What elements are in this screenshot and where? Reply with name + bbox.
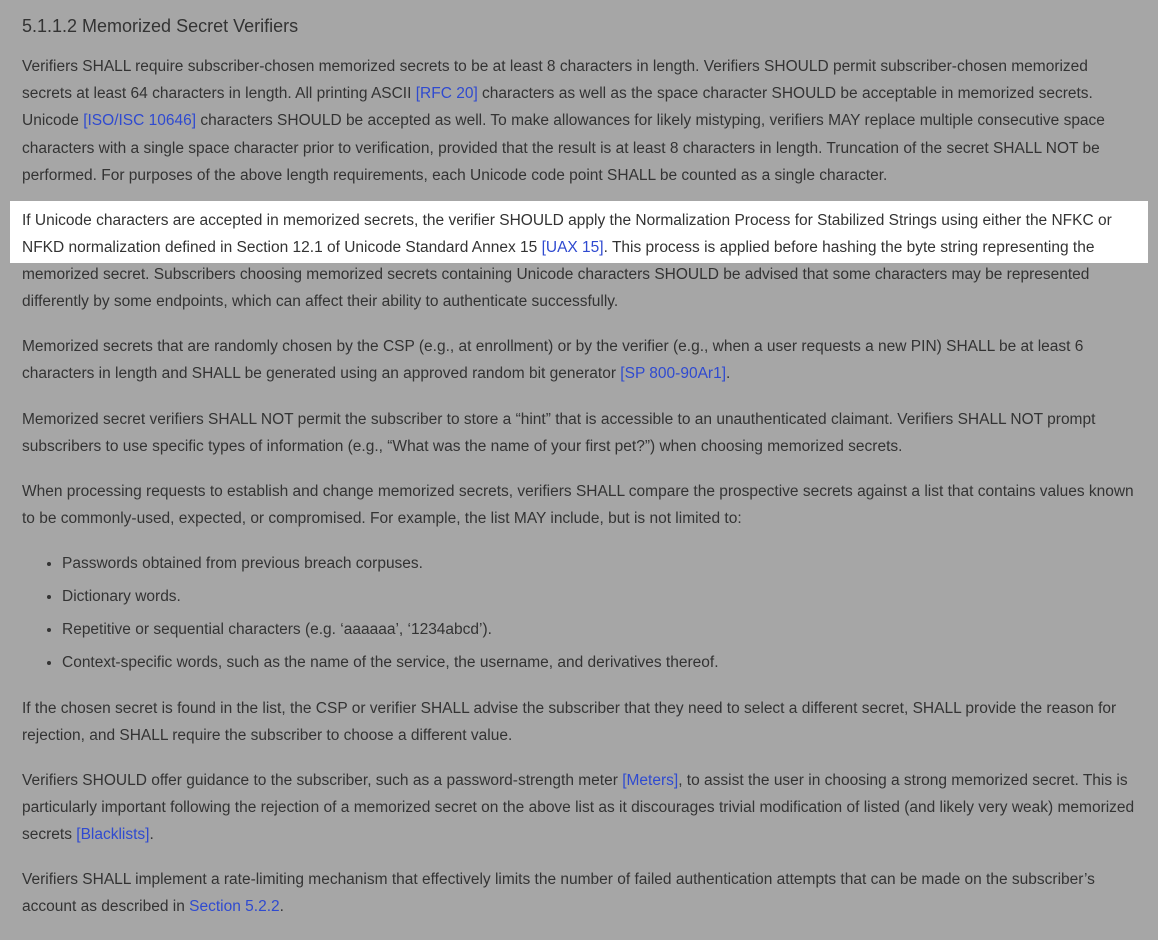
text: Verifiers SHOULD offer guidance to the s… [22,772,622,789]
paragraph-4: Memorized secret verifiers SHALL NOT per… [22,406,1136,460]
paragraph-7: Verifiers SHOULD offer guidance to the s… [22,767,1136,848]
list-item: Passwords obtained from previous breach … [62,550,1136,577]
ref-rfc20-link[interactable]: [RFC 20] [416,85,478,102]
text: Memorized secrets that are randomly chos… [22,338,1083,382]
text: Verifiers SHALL implement a rate-limitin… [22,871,1095,915]
bullet-list: Passwords obtained from previous breach … [22,550,1136,677]
text: . [726,365,730,382]
ref-sp800-link[interactable]: [SP 800-90Ar1] [620,365,726,382]
paragraph-3: Memorized secrets that are randomly chos… [22,333,1136,387]
paragraph-6: If the chosen secret is found in the lis… [22,695,1136,749]
ref-uax15-link[interactable]: [UAX 15] [542,239,604,256]
ref-iso10646-link[interactable]: [ISO/ISC 10646] [83,112,196,129]
text: . [149,826,153,843]
paragraph-8: Verifiers SHALL implement a rate-limitin… [22,866,1136,920]
section-heading: 5.1.1.2 Memorized Secret Verifiers [22,14,1136,39]
list-item: Dictionary words. [62,583,1136,610]
paragraph-5: When processing requests to establish an… [22,478,1136,532]
ref-section-522-link[interactable]: Section 5.2.2 [189,898,279,915]
paragraph-2: If Unicode characters are accepted in me… [22,207,1136,316]
text: . [280,898,284,915]
ref-blacklists-link[interactable]: [Blacklists] [76,826,149,843]
list-item: Repetitive or sequential characters (e.g… [62,616,1136,643]
paragraph-1: Verifiers SHALL require subscriber-chose… [22,53,1136,189]
ref-meters-link[interactable]: [Meters] [622,772,678,789]
list-item: Context-specific words, such as the name… [62,649,1136,676]
